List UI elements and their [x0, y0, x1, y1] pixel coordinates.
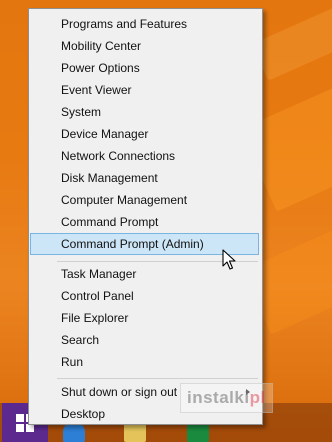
menu-item-search[interactable]: Search — [29, 329, 262, 351]
wallpaper-shape — [252, 0, 332, 81]
menu-group-admin-tools: Programs and Features Mobility Center Po… — [29, 13, 262, 255]
menu-item-computer-management[interactable]: Computer Management — [29, 189, 262, 211]
menu-item-power-options[interactable]: Power Options — [29, 57, 262, 79]
menu-item-disk-management[interactable]: Disk Management — [29, 167, 262, 189]
menu-item-system[interactable]: System — [29, 101, 262, 123]
menu-item-command-prompt[interactable]: Command Prompt — [29, 211, 262, 233]
store-icon[interactable] — [187, 422, 209, 442]
menu-item-network-connections[interactable]: Network Connections — [29, 145, 262, 167]
menu-item-programs-and-features[interactable]: Programs and Features — [29, 13, 262, 35]
power-user-menu: Programs and Features Mobility Center Po… — [28, 8, 263, 425]
watermark-logo: instalkipl — [180, 383, 273, 413]
menu-item-control-panel[interactable]: Control Panel — [29, 285, 262, 307]
menu-item-mobility-center[interactable]: Mobility Center — [29, 35, 262, 57]
menu-item-file-explorer[interactable]: File Explorer — [29, 307, 262, 329]
menu-item-event-viewer[interactable]: Event Viewer — [29, 79, 262, 101]
mouse-pointer-icon — [222, 249, 236, 270]
menu-item-run[interactable]: Run — [29, 351, 262, 373]
menu-group-system-tools: Task Manager Control Panel File Explorer… — [29, 263, 262, 373]
menu-item-device-manager[interactable]: Device Manager — [29, 123, 262, 145]
internet-explorer-icon[interactable] — [63, 422, 85, 442]
file-explorer-icon[interactable] — [124, 422, 146, 442]
menu-separator — [57, 378, 258, 379]
